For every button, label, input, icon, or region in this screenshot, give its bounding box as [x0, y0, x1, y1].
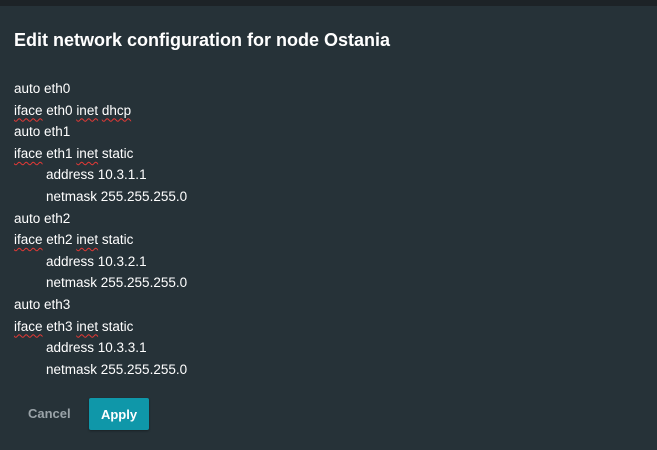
- config-line: auto eth3: [14, 294, 634, 316]
- misspelled-word: inet: [76, 232, 99, 248]
- misspelled-word: inet: [76, 145, 99, 161]
- cancel-button[interactable]: Cancel: [15, 398, 81, 428]
- config-text: address 10.3.2.1: [46, 253, 147, 269]
- config-text: eth3: [42, 318, 77, 334]
- config-text: address 10.3.3.1: [46, 340, 147, 356]
- network-config-textarea[interactable]: auto eth0 iface eth0 inet dhcp auto eth1 if…: [14, 78, 634, 380]
- config-text: eth2: [42, 232, 77, 248]
- misspelled-word: iface: [14, 145, 43, 161]
- config-text: auto eth0: [14, 81, 71, 96]
- misspelled-word: iface: [14, 102, 43, 118]
- config-line: auto eth1: [14, 121, 634, 143]
- config-line: iface eth0 inet dhcp: [14, 100, 634, 122]
- config-text: netmask 255.255.255.0: [46, 275, 188, 291]
- config-line: netmask 255.255.255.0: [14, 272, 634, 294]
- config-line: auto eth2: [14, 208, 634, 230]
- config-text: auto eth2: [14, 210, 71, 226]
- dialog-title: Edit network configuration for node Osta…: [14, 30, 391, 50]
- config-line: address 10.3.2.1: [14, 251, 634, 273]
- config-text: address 10.3.1.1: [46, 167, 147, 183]
- config-line: iface eth3 inet static: [14, 316, 634, 338]
- config-line: address 10.3.3.1: [14, 337, 634, 359]
- config-line: netmask 255.255.255.0: [14, 359, 634, 381]
- config-line: auto eth0: [14, 78, 634, 100]
- misspelled-word: iface: [14, 318, 43, 334]
- network-config-dialog: Edit network configuration for node Osta…: [0, 6, 657, 450]
- config-line: iface eth2 inet static: [14, 229, 634, 251]
- misspelled-word: inet: [76, 318, 99, 334]
- config-text: auto eth1: [14, 124, 71, 140]
- config-text: eth1: [42, 145, 77, 161]
- misspelled-word: inet: [76, 102, 99, 118]
- config-text: netmask 255.255.255.0: [46, 361, 188, 377]
- apply-button[interactable]: Apply: [89, 398, 149, 430]
- config-line: netmask 255.255.255.0: [14, 186, 634, 208]
- config-line: address 10.3.1.1: [14, 164, 634, 186]
- config-text: eth0: [42, 102, 77, 118]
- config-text: static: [98, 232, 134, 248]
- misspelled-word: dhcp: [101, 102, 132, 118]
- config-text: static: [98, 145, 134, 161]
- config-text: netmask 255.255.255.0: [46, 188, 188, 204]
- config-text: static: [98, 318, 134, 334]
- config-text: auto eth3: [14, 296, 71, 312]
- misspelled-word: iface: [14, 232, 43, 248]
- config-line: iface eth1 inet static: [14, 143, 634, 165]
